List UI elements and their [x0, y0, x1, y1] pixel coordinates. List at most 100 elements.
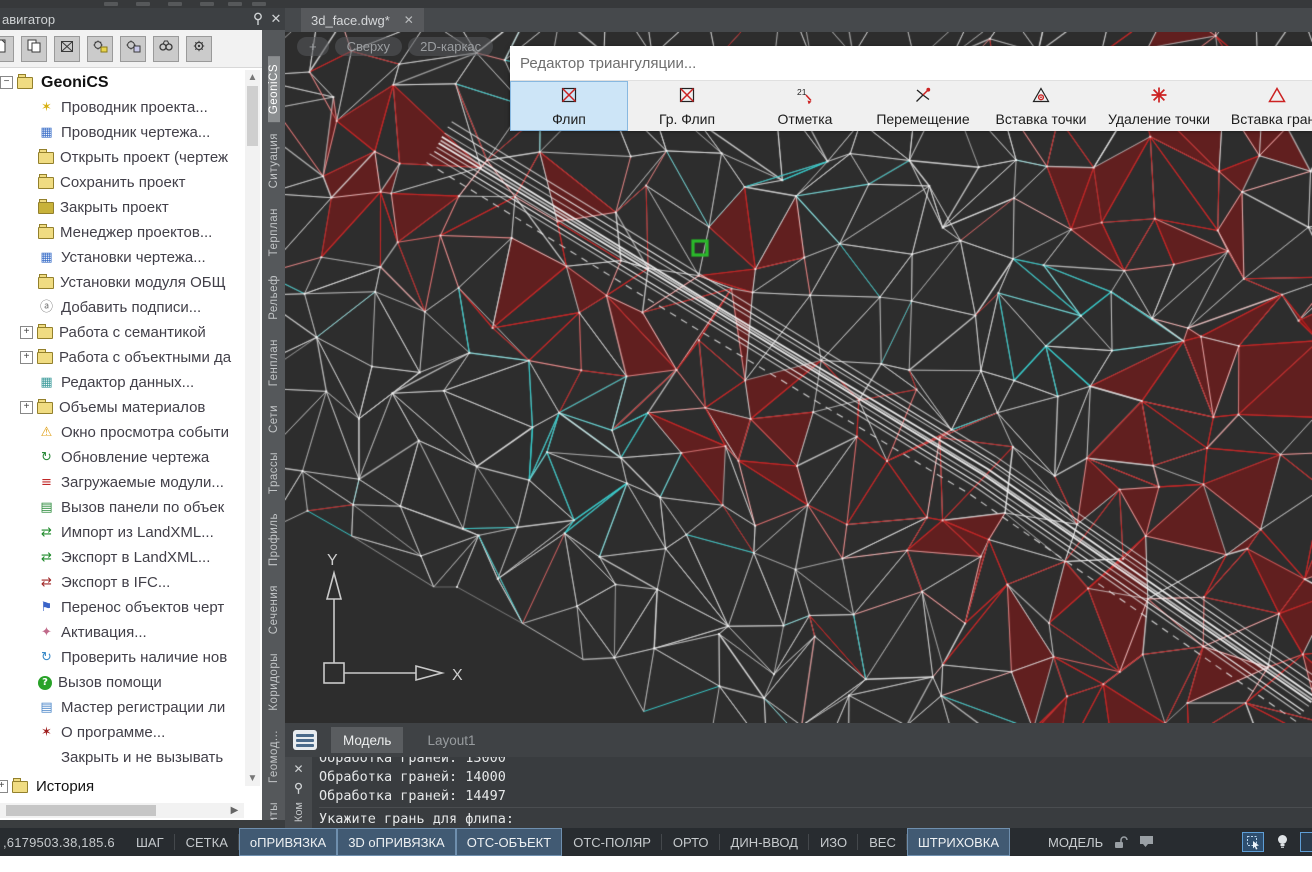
- tree-item[interactable]: ≡Загружаемые модули...: [0, 470, 242, 495]
- module-tab-профиль[interactable]: Профиль: [268, 505, 280, 574]
- close-icon[interactable]: ✕: [293, 762, 303, 776]
- tree-item[interactable]: ⇄Импорт из LandXML...: [0, 520, 242, 545]
- status-toggle-вес[interactable]: ВЕС: [858, 828, 907, 856]
- status-toggle-шаг[interactable]: ШАГ: [125, 828, 175, 856]
- tree-item[interactable]: ⇄Экспорт в LandXML...: [0, 545, 242, 570]
- module-tab-сечения[interactable]: Сечения: [268, 577, 280, 642]
- status-toggle-отс-объект[interactable]: ОТС-ОБЪЕКТ: [456, 828, 562, 856]
- tree-item[interactable]: +Работа с семантикой: [0, 320, 242, 345]
- model-space-label: МОДЕЛЬ: [1048, 835, 1103, 850]
- tree-item[interactable]: Установки модуля ОБЩ: [0, 270, 242, 295]
- scroll-right-icon[interactable]: ▶: [227, 803, 242, 818]
- toolbar-button[interactable]: [153, 36, 179, 62]
- viewport-menu-control[interactable]: +: [297, 37, 329, 56]
- tree-root-geonics[interactable]: −GeoniCS: [0, 70, 242, 95]
- tree-item[interactable]: ↻Проверить наличие нов: [0, 645, 242, 670]
- tree-item[interactable]: ▤Мастер регистрации ли: [0, 695, 242, 720]
- layout1-tab[interactable]: Layout1: [415, 727, 487, 753]
- tree-item[interactable]: Менеджер проектов...: [0, 220, 242, 245]
- tri-editor-button-flip[interactable]: Флип: [510, 81, 628, 131]
- annotation-monitor-icon[interactable]: [1138, 834, 1156, 850]
- model-tab[interactable]: Модель: [331, 727, 403, 753]
- tree-item-label: Менеджер проектов...: [60, 224, 212, 241]
- tri-editor-button-insert-face[interactable]: Вставка грани: [1218, 81, 1312, 131]
- drawing-viewport[interactable]: +Сверху2D-каркас Y X Редактор триангуляц…: [285, 32, 1312, 723]
- tree-item[interactable]: ▦Редактор данных...: [0, 370, 242, 395]
- command-history-line: Обработка граней: 14000: [319, 768, 1312, 787]
- tree-item[interactable]: ▦Установки чертежа...: [0, 245, 242, 270]
- scroll-down-icon[interactable]: ▼: [245, 771, 260, 786]
- toolbar-button[interactable]: [87, 36, 113, 62]
- tree-item[interactable]: ✶Проводник проекта...: [0, 95, 242, 120]
- expand-icon[interactable]: +: [0, 780, 8, 793]
- lock-open-icon[interactable]: [1113, 835, 1128, 850]
- module-tab-geonics[interactable]: GeoniCS: [268, 56, 280, 122]
- vertical-scrollbar[interactable]: ▲ ▼: [245, 70, 260, 786]
- expand-icon[interactable]: +: [20, 401, 33, 414]
- tri-editor-button-elevation[interactable]: 21Отметка: [746, 81, 864, 131]
- clean-screen-icon[interactable]: [1300, 832, 1312, 852]
- lightbulb-icon[interactable]: [1271, 832, 1293, 852]
- tree-item[interactable]: ✶О программе...: [0, 720, 242, 745]
- pin-icon[interactable]: [249, 11, 267, 27]
- module-tab-рельеф[interactable]: Рельеф: [268, 267, 280, 328]
- selection-cycling-icon[interactable]: [1242, 832, 1264, 852]
- scrollbar-thumb[interactable]: [247, 86, 258, 146]
- toolbar-button[interactable]: [0, 36, 14, 62]
- tree-item[interactable]: Открыть проект (чертеж: [0, 145, 242, 170]
- status-toggle-орто[interactable]: ОРТО: [662, 828, 720, 856]
- status-toggle-дин-ввод[interactable]: ДИН-ВВОД: [720, 828, 809, 856]
- status-toggle-изо[interactable]: ИЗО: [809, 828, 858, 856]
- status-toggle-3d-опривязка[interactable]: 3D оПРИВЯЗКА: [337, 828, 456, 856]
- toolbar-button[interactable]: [54, 36, 80, 62]
- module-tab-ситуация[interactable]: Ситуация: [268, 125, 280, 196]
- tree-item[interactable]: Сохранить проект: [0, 170, 242, 195]
- tree-item[interactable]: ⚑Перенос объектов черт: [0, 595, 242, 620]
- status-toggle-штриховка[interactable]: ШТРИХОВКА: [907, 828, 1010, 856]
- module-tab-сети[interactable]: Сети: [268, 397, 280, 441]
- visual-style-control[interactable]: 2D-каркас: [408, 37, 493, 56]
- tree-item[interactable]: +Объемы материалов: [0, 395, 242, 420]
- module-tab-генплан[interactable]: Генплан: [268, 331, 280, 394]
- expand-icon[interactable]: +: [20, 326, 33, 339]
- module-tab-геомод-[interactable]: Геомод...: [268, 722, 280, 791]
- scroll-up-icon[interactable]: ▲: [245, 70, 260, 85]
- drawing-explorer-icon: ▦: [38, 125, 55, 141]
- status-toggle-опривязка[interactable]: оПРИВЯЗКА: [239, 828, 337, 856]
- tri-editor-button-delete-point[interactable]: Удаление точки: [1100, 81, 1218, 131]
- horizontal-scrollbar[interactable]: ▶: [0, 803, 244, 818]
- toolbar-button[interactable]: [120, 36, 146, 62]
- tri-editor-button-group-flip[interactable]: Гр. Флип: [628, 81, 746, 131]
- status-toggle-отс-поляр[interactable]: ОТС-ПОЛЯР: [562, 828, 662, 856]
- tree-item[interactable]: ⚠Окно просмотра событи: [0, 420, 242, 445]
- pin-icon[interactable]: [294, 781, 303, 795]
- tree-item-history[interactable]: +История: [0, 774, 242, 799]
- toolbar-button[interactable]: [186, 36, 212, 62]
- view-direction-control[interactable]: Сверху: [335, 37, 402, 56]
- tree-item[interactable]: Закрыть проект: [0, 195, 242, 220]
- tree-item[interactable]: Закрыть и не вызывать: [0, 745, 242, 770]
- tab-close-icon[interactable]: ✕: [404, 13, 414, 27]
- tree-item[interactable]: +Работа с объектными да: [0, 345, 242, 370]
- expand-icon[interactable]: +: [20, 351, 33, 364]
- tree-item[interactable]: ↻Обновление чертежа: [0, 445, 242, 470]
- status-toggle-сетка[interactable]: СЕТКА: [175, 828, 239, 856]
- drawing-tab[interactable]: 3d_face.dwg* ✕: [301, 8, 424, 32]
- collapse-icon[interactable]: −: [0, 76, 13, 89]
- quick-view-layouts-icon[interactable]: [293, 730, 317, 750]
- module-tab-коридоры[interactable]: Коридоры: [268, 645, 280, 719]
- tri-editor-button-move-point[interactable]: Перемещение: [864, 81, 982, 131]
- toolbar-button[interactable]: [21, 36, 47, 62]
- tree-item[interactable]: ✦Активация...: [0, 620, 242, 645]
- tri-editor-button-insert-point[interactable]: Вставка точки: [982, 81, 1100, 131]
- tree-item[interactable]: ▦Проводник чертежа...: [0, 120, 242, 145]
- tree-item[interactable]: ?Вызов помощи: [0, 670, 242, 695]
- tree-item[interactable]: ⇄Экспорт в IFC...: [0, 570, 242, 595]
- command-prompt[interactable]: Укажите грань для флипа:: [319, 807, 1312, 828]
- module-tab-трассы[interactable]: Трассы: [268, 444, 280, 502]
- tree-item[interactable]: ⓐДобавить подписи...: [0, 295, 242, 320]
- close-icon[interactable]: ✕: [267, 11, 285, 27]
- module-tab-терплан[interactable]: Терплан: [268, 200, 280, 264]
- scrollbar-thumb[interactable]: [6, 805, 156, 816]
- tree-item[interactable]: ▤Вызов панели по объек: [0, 495, 242, 520]
